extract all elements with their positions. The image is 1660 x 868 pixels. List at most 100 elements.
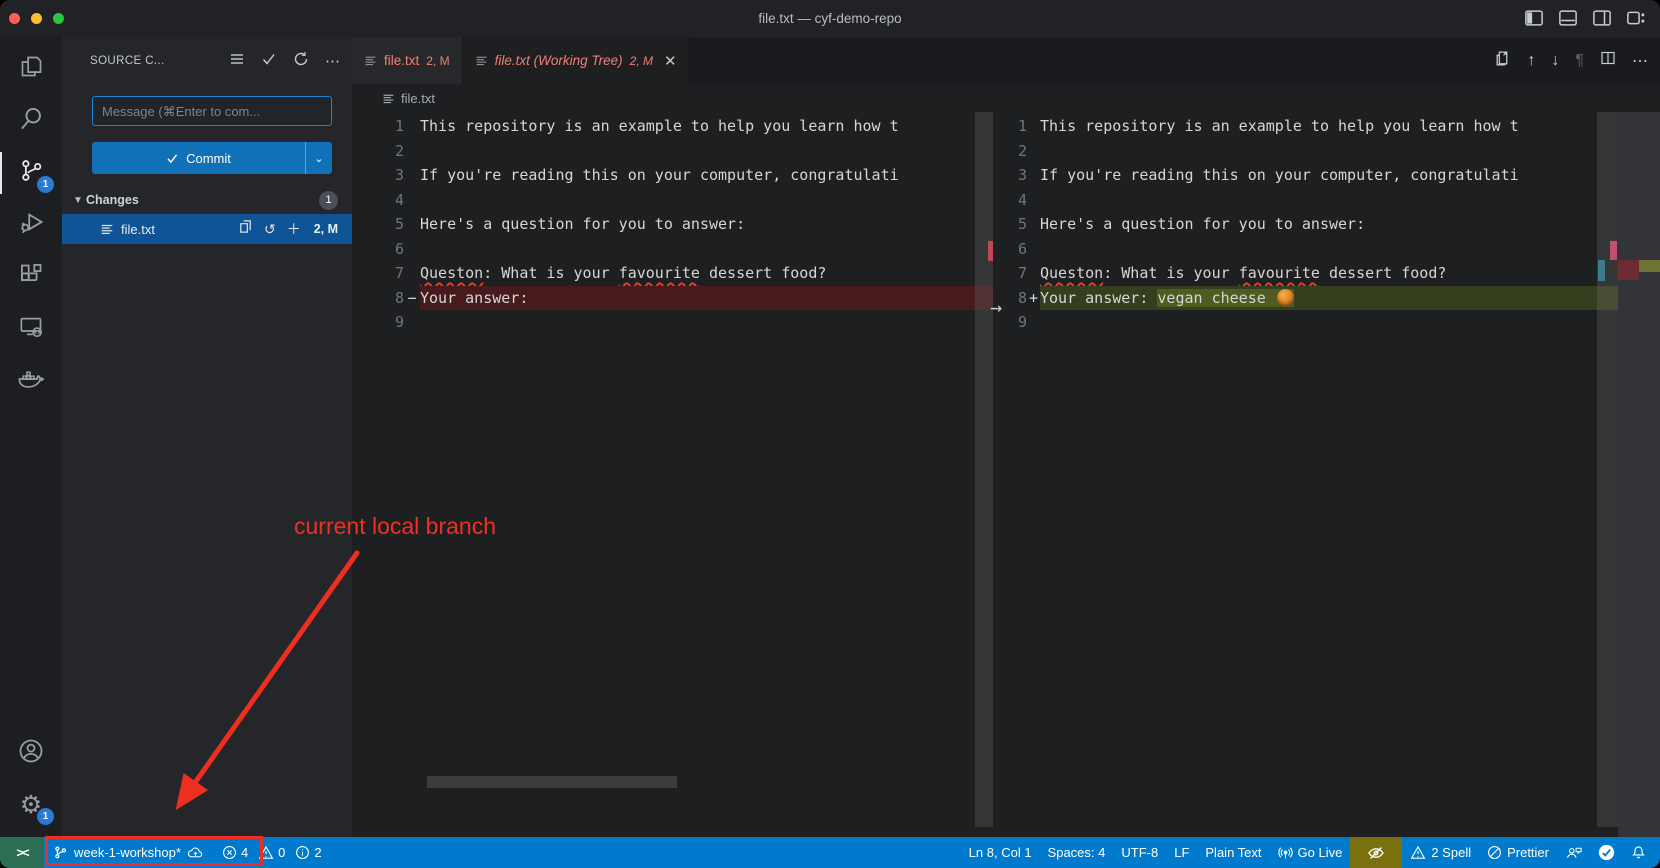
eol-item[interactable]: LF [1166,837,1197,868]
sidebar-item-docker[interactable] [0,355,62,407]
customize-layout-icon[interactable] [1626,8,1646,28]
code-line: 5Here's a question for you to answer: [352,212,993,237]
eye-off-icon [1367,844,1385,862]
run-debug-icon [18,209,45,241]
more-actions-icon[interactable]: ⋯ [1632,51,1648,71]
tab-bar: file.txt 2, M file.txt (Working Tree) 2,… [352,37,1660,84]
commit-dropdown-button[interactable]: ⌄ [305,142,332,174]
previous-change-icon[interactable]: ↑ [1527,52,1535,70]
diff-overview-ruler [1618,112,1660,837]
encoding-item[interactable]: UTF-8 [1113,837,1166,868]
right-pane-scrollbar[interactable] [1597,112,1618,827]
code-line: 7Queston: What is your favourite dessert… [352,261,993,286]
whitespace-icon[interactable]: ¶ [1575,52,1584,70]
changes-section-header[interactable]: ▼ Changes 1 [62,188,352,212]
settings-button[interactable]: ⚙ 1 [0,779,62,831]
source-control-badge: 1 [37,176,54,193]
cursor-position-item[interactable]: Ln 8, Col 1 [961,837,1040,868]
discard-changes-icon[interactable]: ↺ [264,222,276,236]
file-icon [382,92,395,105]
broadcast-icon [1278,845,1293,860]
spell-problems-item[interactable]: 2 Spell [1402,837,1479,868]
refresh-icon[interactable] [293,51,309,71]
diff-editor: 1This repository is an example to help y… [352,112,1660,837]
revert-change-arrow-icon[interactable]: → [982,295,1010,320]
check-circle-icon [1598,844,1615,861]
overview-insertion-block [1639,260,1660,272]
remote-explorer-icon [18,313,45,345]
settings-badge: 1 [37,808,54,825]
language-mode-item[interactable]: Plain Text [1197,837,1269,868]
check-icon [166,152,179,165]
deletion-marker: − [404,286,420,311]
indentation-item[interactable]: Spaces: 4 [1040,837,1114,868]
problems-status-item[interactable]: 4 0 2 [214,837,336,868]
diff-original-pane[interactable]: 1This repository is an example to help y… [352,112,993,837]
branch-status-item[interactable]: week-1-workshop* [44,837,214,868]
view-as-list-icon[interactable] [229,51,245,71]
accounts-button[interactable] [0,727,62,779]
remote-indicator[interactable]: >< [0,837,44,868]
open-changes-icon[interactable] [1494,50,1511,72]
left-pane-horizontal-scrollbar[interactable] [427,776,677,788]
commit-button[interactable]: Commit ⌄ [92,142,332,174]
toggle-panel-icon[interactable] [1558,8,1578,28]
diff-modified-pane[interactable]: 1This repository is an example to help y… [993,112,1660,837]
code-line: 1This repository is an example to help y… [352,114,993,139]
sidebar-item-source-control[interactable]: 1 [0,147,62,199]
code-line: 2 [352,139,993,164]
feedback-icon [1565,845,1582,860]
left-overview-deletion-mark [988,241,993,261]
file-decoration-badge: 2, M [314,222,338,236]
traffic-lights [9,13,64,24]
sidebar-item-extensions[interactable] [0,251,62,303]
feedback-item[interactable] [1557,837,1590,868]
more-actions-icon[interactable]: ⋯ [325,52,340,70]
toggle-primary-sidebar-icon[interactable] [1524,8,1544,28]
changed-file-row[interactable]: file.txt ↺ ＋ 2, M [62,214,352,244]
error-icon [222,845,237,860]
zoom-window-button[interactable] [53,13,64,24]
minimize-window-button[interactable] [31,13,42,24]
sidebar-item-remote-explorer[interactable] [0,303,62,355]
go-live-item[interactable]: Go Live [1270,837,1351,868]
panel-title: SOURCE C... [90,55,165,67]
search-icon [18,105,45,137]
status-bar: >< week-1-workshop* 4 0 2 Ln 8, Col 1 Sp… [0,837,1660,868]
spell-toggle-item[interactable] [1350,837,1402,868]
code-line: 6 [993,237,1618,262]
cloud-upload-icon [187,845,204,860]
error-count: 4 [241,845,248,860]
sidebar-item-explorer[interactable] [0,43,62,95]
prettier-item[interactable]: Prettier [1479,837,1557,868]
open-file-icon[interactable] [238,219,253,239]
tab-file-txt-working-tree[interactable]: file.txt (Working Tree) 2, M ✕ [463,37,690,84]
close-window-button[interactable] [9,13,20,24]
next-change-icon[interactable]: ↓ [1551,52,1559,70]
commit-message-input[interactable] [92,96,332,126]
bell-icon [1631,845,1646,860]
code-line: 2 [993,139,1618,164]
code-line: 3If you're reading this on your computer… [993,163,1618,188]
split-editor-icon[interactable] [1600,50,1616,71]
warning-icon [1410,845,1426,860]
right-scrollbar-insertion-mark [1598,260,1605,281]
notifications-item[interactable] [1623,837,1660,868]
sidebar-item-search[interactable] [0,95,62,147]
sidebar-item-run-debug[interactable] [0,199,62,251]
account-icon [17,737,45,770]
left-pane-scrollbar[interactable] [975,112,993,827]
insertion-marker: + [1027,286,1040,311]
tab-file-txt[interactable]: file.txt 2, M [352,37,463,84]
close-tab-icon[interactable]: ✕ [664,52,677,70]
breadcrumb[interactable]: file.txt [352,84,1660,112]
stage-changes-icon[interactable]: ＋ [287,222,301,236]
info-icon [295,845,310,860]
vscode-window: file.txt — cyf-demo-repo 1 [0,0,1660,868]
checks-item[interactable] [1590,837,1623,868]
commit-check-icon[interactable] [261,51,277,71]
code-line: 1This repository is an example to help y… [993,114,1618,139]
overview-deletion-block [1618,260,1639,280]
toggle-secondary-sidebar-icon[interactable] [1592,8,1612,28]
code-line: 7Queston: What is your favourite dessert… [993,261,1618,286]
